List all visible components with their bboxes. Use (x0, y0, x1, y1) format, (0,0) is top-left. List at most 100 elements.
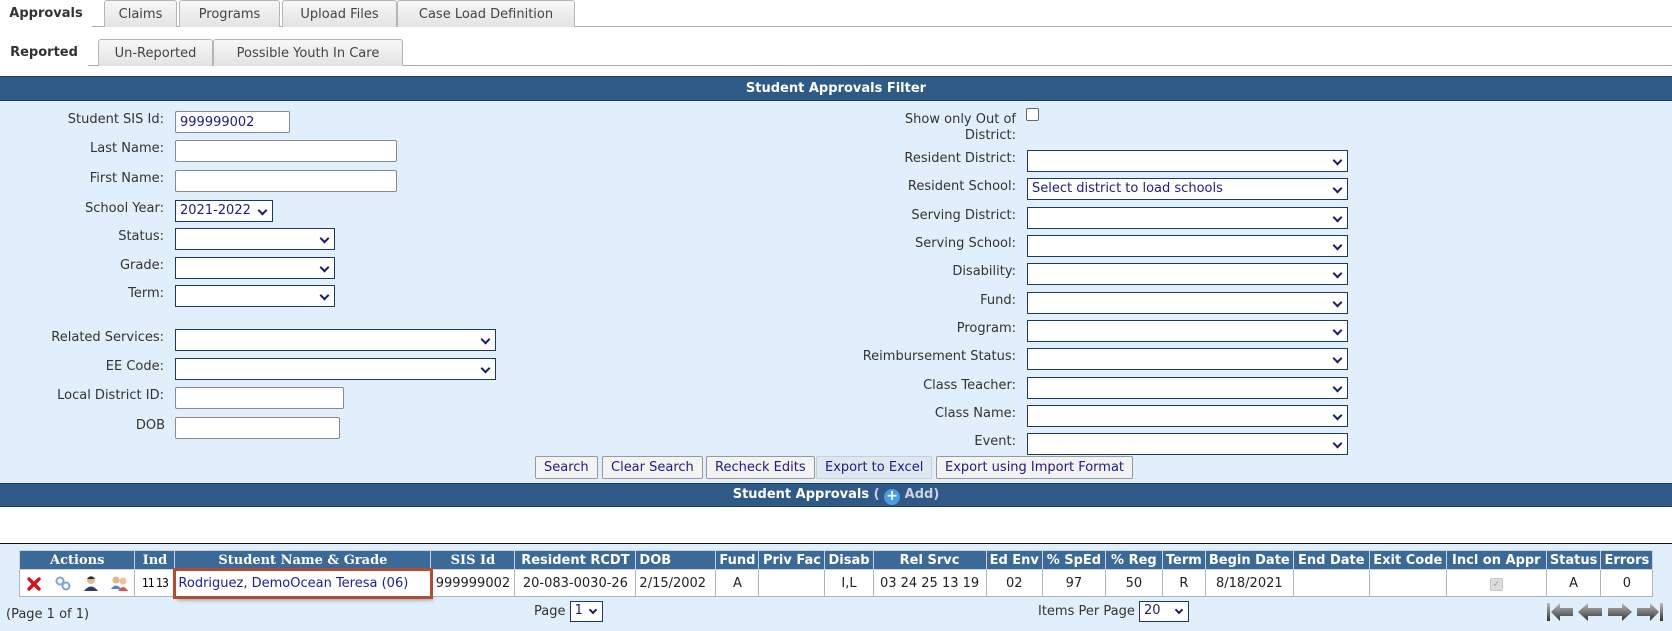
items-per-page-select[interactable]: 20 (1138, 601, 1189, 622)
resident-school-value: Select district to load schools (1032, 181, 1223, 196)
first-page-icon[interactable] (1546, 600, 1574, 624)
tab-approvals[interactable]: Approvals (0, 0, 92, 28)
disability-label: Disability: (952, 264, 1016, 279)
last-name-input[interactable] (175, 140, 397, 162)
col-ind: Ind (134, 550, 176, 570)
col-errors[interactable]: Errors (1600, 550, 1654, 570)
col-begin-date[interactable]: Begin Date (1204, 550, 1294, 570)
chevron-down-icon (1332, 240, 1343, 251)
chevron-down-icon (257, 205, 268, 216)
user-icon[interactable] (82, 574, 100, 592)
priv-fac-cell (758, 569, 826, 597)
first-name-input[interactable] (175, 170, 397, 192)
col-term[interactable]: Term (1161, 550, 1206, 570)
plus-circle-icon: + (884, 489, 901, 505)
serving-district-label: Serving District: (911, 208, 1016, 223)
col-student-name[interactable]: Student Name & Grade (174, 550, 432, 570)
event-label: Event: (974, 434, 1016, 449)
col-incl-on-appr[interactable]: Incl on Appr (1445, 550, 1547, 570)
ee-code-label: EE Code: (105, 359, 164, 374)
col-sis-id[interactable]: SIS Id (430, 550, 516, 570)
serving-district-select[interactable] (1027, 207, 1348, 229)
next-page-icon[interactable] (1606, 600, 1634, 624)
resident-school-select[interactable]: Select district to load schools (1027, 178, 1348, 200)
resident-district-select[interactable] (1027, 150, 1348, 172)
export-import-format-button[interactable]: Export using Import Format (936, 456, 1134, 479)
sub-tab-bar: Reported Un-Reported Possible Youth In C… (0, 27, 1672, 67)
add-link[interactable]: + Add) (884, 487, 939, 505)
previous-page-icon[interactable] (1576, 600, 1604, 624)
tab-reported[interactable]: Reported (0, 39, 88, 67)
col-status[interactable]: Status (1545, 550, 1602, 570)
col-pct-reg[interactable]: % Reg (1104, 550, 1163, 570)
main-tab-bar: Approvals Claims Programs Upload Files C… (0, 0, 1672, 28)
recheck-edits-button[interactable]: Recheck Edits (706, 456, 815, 479)
tab-upload-files[interactable]: Upload Files (282, 0, 397, 27)
col-actions: Actions (18, 550, 136, 570)
tab-case-load-definition[interactable]: Case Load Definition (397, 0, 575, 27)
serving-school-label: Serving School: (914, 236, 1016, 251)
chevron-down-icon (1332, 353, 1343, 364)
local-district-id-input[interactable] (175, 387, 344, 409)
serving-school-select[interactable] (1027, 235, 1348, 257)
search-button[interactable]: Search (535, 456, 598, 479)
col-rel-srvc[interactable]: Rel Srvc (872, 550, 987, 570)
items-per-page-selector: Items Per Page 20 (1038, 601, 1189, 622)
related-services-select[interactable] (175, 329, 496, 351)
items-per-page-label: Items Per Page (1038, 604, 1135, 619)
ee-code-select[interactable] (175, 358, 496, 380)
class-name-label: Class Name: (934, 406, 1016, 421)
approvals-table: Actions Ind Student Name & Grade SIS Id … (18, 550, 1654, 599)
chevron-down-icon (480, 363, 491, 374)
student-name-link[interactable]: Rodriguez, DemoOcean Teresa (06) (172, 567, 433, 599)
col-disab[interactable]: Disab (824, 550, 874, 570)
grade-select[interactable] (175, 257, 335, 279)
event-select[interactable] (1027, 433, 1348, 455)
chevron-down-icon (480, 334, 491, 345)
reimbursement-status-select[interactable] (1027, 348, 1348, 370)
out-of-district-checkbox[interactable] (1026, 108, 1039, 121)
spacer (0, 507, 1672, 544)
dob-input[interactable] (175, 417, 340, 439)
chevron-down-icon (1332, 325, 1343, 336)
student-name-text[interactable]: Rodriguez, DemoOcean Teresa (06) (178, 576, 408, 591)
class-name-select[interactable] (1027, 405, 1348, 427)
tab-programs[interactable]: Programs (179, 0, 280, 27)
page-select[interactable]: 1 (569, 601, 603, 622)
col-exit-code[interactable]: Exit Code (1368, 550, 1447, 570)
status-select[interactable] (175, 228, 335, 250)
program-select[interactable] (1027, 320, 1348, 342)
chevron-down-icon (1332, 438, 1343, 449)
col-fund[interactable]: Fund (715, 550, 760, 570)
export-to-excel-button[interactable]: Export to Excel (816, 456, 933, 479)
disability-select[interactable] (1027, 263, 1348, 285)
col-resident-rcdt[interactable]: Resident RCDT (514, 550, 637, 570)
student-approvals-header: Student Approvals ( + Add) (0, 483, 1672, 507)
tab-claims[interactable]: Claims (104, 0, 177, 27)
delete-icon[interactable] (26, 574, 44, 592)
school-year-select[interactable]: 2021-2022 (175, 200, 273, 222)
col-pct-sped[interactable]: % SpEd (1041, 550, 1106, 570)
resident-district-label: Resident District: (904, 151, 1016, 166)
items-per-page-value: 20 (1143, 603, 1161, 618)
page-selector: Page 1 (534, 601, 603, 622)
fund-select[interactable] (1027, 292, 1348, 314)
student-sis-id-input[interactable] (175, 111, 290, 133)
class-teacher-select[interactable] (1027, 377, 1348, 399)
out-of-district-label: Show only Out of District: (800, 112, 1016, 144)
term-select[interactable] (175, 285, 335, 307)
col-priv-fac[interactable]: Priv Fac (758, 550, 826, 570)
tab-un-reported[interactable]: Un-Reported (98, 39, 213, 66)
col-ed-env[interactable]: Ed Env (985, 550, 1043, 570)
tab-possible-youth-in-care[interactable]: Possible Youth In Care (213, 39, 403, 66)
col-end-date[interactable]: End Date (1292, 550, 1370, 570)
out-of-district-label-line2: District: (964, 128, 1016, 143)
clear-search-button[interactable]: Clear Search (602, 456, 703, 479)
col-dob[interactable]: DOB (635, 550, 717, 570)
status-cell: A (1545, 569, 1602, 597)
chevron-down-icon (1332, 212, 1343, 223)
last-page-icon[interactable] (1636, 600, 1664, 624)
users-icon[interactable] (110, 574, 129, 592)
fund-cell: A (715, 569, 760, 597)
link-icon[interactable] (54, 574, 72, 592)
